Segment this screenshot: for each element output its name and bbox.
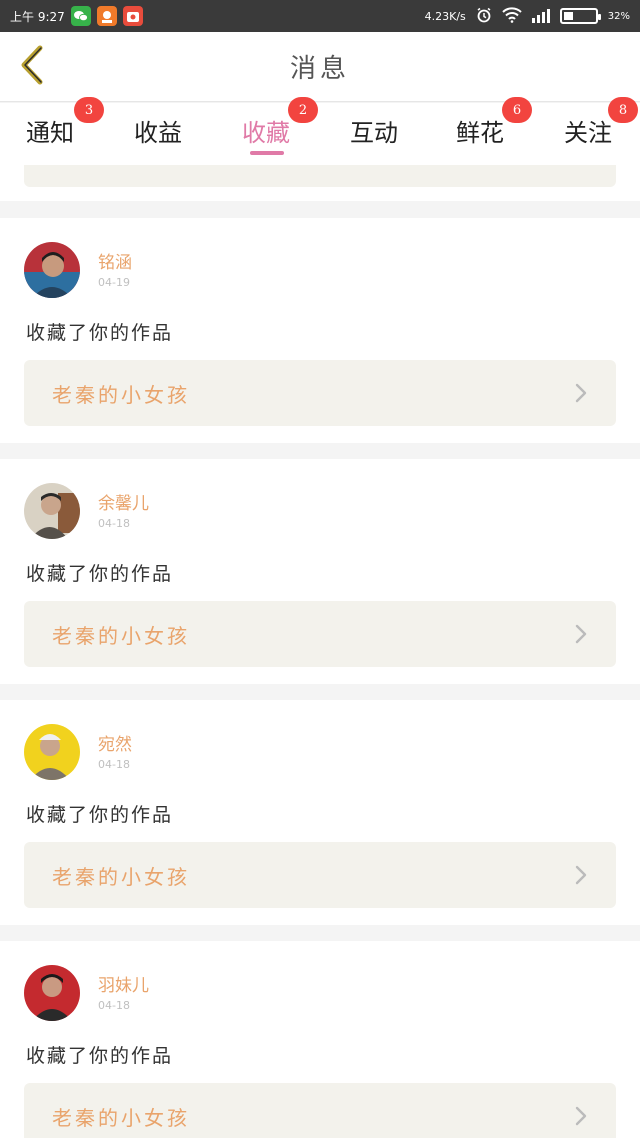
wifi-icon [502,6,522,26]
work-link[interactable]: 老秦的小女孩 [24,1083,616,1138]
back-button[interactable] [12,45,52,89]
work-title: 老秦的小女孩 [52,623,190,648]
avatar[interactable] [24,965,80,1021]
app-orange-icon [96,6,117,26]
tab-bar: 通知 3 收益 收藏 2 互动 鲜花 6 关注 8 [0,97,640,165]
work-link[interactable]: 老秦的小女孩 [24,842,616,908]
work-link[interactable]: 老秦的小女孩 [24,360,616,426]
user-name[interactable]: 铭涵 [98,248,132,273]
unread-badge: 8 [608,97,638,123]
user-name[interactable]: 宛然 [98,730,132,755]
avatar[interactable] [24,724,80,780]
list-item: 羽妹儿 04-18 收藏了你的作品 老秦的小女孩 [0,941,640,1138]
tab-favorites[interactable]: 收藏 2 [242,97,318,161]
page-title: 消息 [289,54,350,84]
chevron-right-icon [574,623,588,645]
signal-icon [531,9,550,23]
chevron-right-icon [574,1105,588,1127]
timestamp: 04-18 [98,758,130,771]
app-red-icon [122,6,143,26]
tab-flowers[interactable]: 鲜花 6 [456,97,532,161]
tab-earnings[interactable]: 收益 [134,113,182,161]
chevron-right-icon [574,864,588,886]
work-title: 老秦的小女孩 [52,382,190,407]
action-text: 收藏了你的作品 [26,804,174,826]
work-title: 老秦的小女孩 [52,1105,190,1130]
tab-label: 收益 [134,119,182,147]
tab-interactions[interactable]: 互动 [350,113,398,161]
user-name[interactable]: 羽妹儿 [98,971,149,996]
unread-badge: 2 [288,97,318,123]
timestamp: 04-18 [98,517,130,530]
status-time: 上午 9:27 [10,9,65,24]
chevron-left-icon [18,45,46,89]
avatar[interactable] [24,242,80,298]
status-bar: 上午 9:27 4.23K/s 32% [0,0,640,32]
net-speed: 4.23K/s [424,9,466,23]
tab-label: 关注 [564,119,612,147]
work-link[interactable] [24,165,616,187]
tab-label: 鲜花 [456,119,504,147]
work-title: 老秦的小女孩 [52,864,190,889]
top-bar: 消息 [0,32,640,102]
action-text: 收藏了你的作品 [26,563,174,585]
tab-label: 通知 [26,119,74,147]
list-item [0,165,640,201]
active-tab-indicator [250,151,284,155]
message-list[interactable]: 铭涵 04-19 收藏了你的作品 老秦的小女孩 余馨儿 04-18 收藏了你的作… [0,165,640,1138]
battery-icon [559,8,601,24]
battery-percent: 32% [607,10,630,22]
list-item: 铭涵 04-19 收藏了你的作品 老秦的小女孩 [0,218,640,443]
wechat-icon [70,6,91,26]
tab-follows[interactable]: 关注 8 [564,97,638,161]
list-item: 余馨儿 04-18 收藏了你的作品 老秦的小女孩 [0,459,640,684]
timestamp: 04-18 [98,999,130,1012]
timestamp: 04-19 [98,276,130,289]
avatar[interactable] [24,483,80,539]
list-item: 宛然 04-18 收藏了你的作品 老秦的小女孩 [0,700,640,925]
tab-label: 收藏 [242,119,290,147]
chevron-right-icon [574,382,588,404]
action-text: 收藏了你的作品 [26,1045,174,1067]
unread-badge: 3 [74,97,104,123]
user-name[interactable]: 余馨儿 [98,489,149,514]
work-link[interactable]: 老秦的小女孩 [24,601,616,667]
tab-notifications[interactable]: 通知 3 [26,97,104,161]
action-text: 收藏了你的作品 [26,322,174,344]
unread-badge: 6 [502,97,532,123]
tab-label: 互动 [350,119,398,147]
alarm-icon [476,7,492,26]
